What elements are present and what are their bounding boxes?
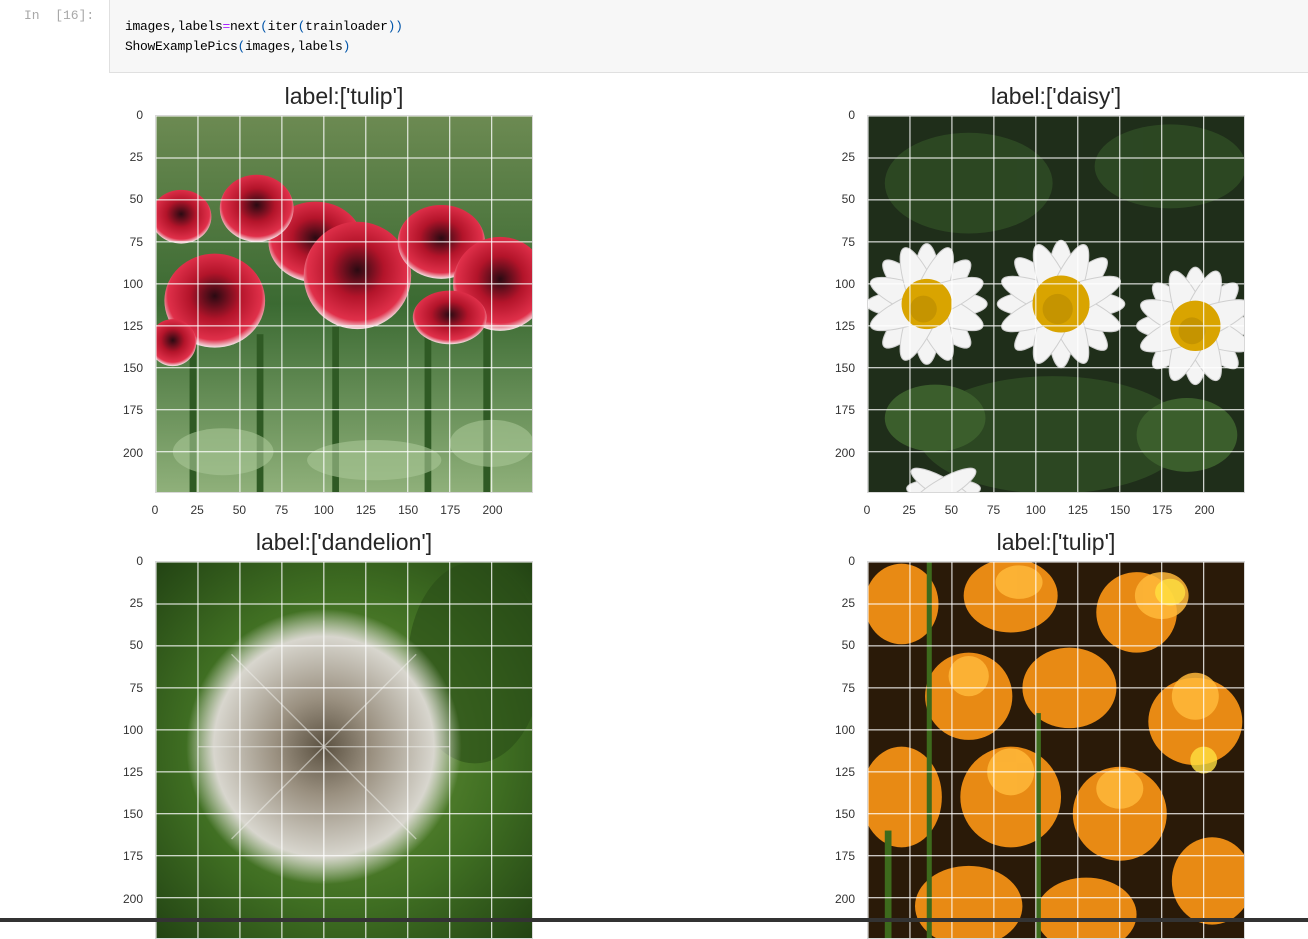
y-tick-label: 150 (834, 807, 855, 822)
y-tick-label: 175 (122, 849, 143, 864)
image-axes (155, 115, 533, 493)
y-tick-label: 100 (834, 276, 855, 291)
panel-title: label:['daisy'] (990, 83, 1122, 109)
y-tick-label: 175 (834, 849, 855, 864)
x-tick-label: 175 (1152, 503, 1173, 517)
code-token: ( (297, 19, 306, 34)
x-tick-label: 200 (482, 503, 503, 517)
code-token: images,labels (245, 39, 343, 54)
code-token: iter (267, 19, 298, 34)
y-tick-label: 175 (122, 403, 143, 418)
y-tick-label: 125 (834, 764, 855, 779)
y-tick-label: 50 (129, 192, 143, 207)
y-tick-label: 150 (834, 361, 855, 376)
y-tick-label: 200 (834, 891, 855, 906)
x-tick-label: 0 (151, 503, 159, 517)
y-tick-label: 100 (122, 722, 143, 737)
y-tick-label: 200 (122, 445, 143, 460)
x-tick-label: 0 (863, 503, 871, 517)
x-tick-label: 75 (986, 503, 1001, 517)
code-token: ( (237, 39, 246, 54)
y-tick-label: 200 (834, 445, 855, 460)
y-tick-label: 25 (129, 150, 143, 165)
image-axes (155, 561, 533, 939)
y-tick-label: 100 (122, 276, 143, 291)
x-tick-label: 150 (398, 503, 419, 517)
y-tick-label: 0 (136, 554, 143, 568)
code-token: ( (260, 19, 268, 34)
x-tick-label: 100 (313, 503, 334, 517)
image-axes (867, 561, 1245, 939)
y-tick-label: 75 (129, 234, 143, 249)
axes-grid (156, 116, 532, 492)
y-tick-label: 25 (129, 596, 143, 611)
output-figure: label:['tulip'] 0 25 50 75 100 125 150 175 200 0 2… (0, 73, 1308, 939)
x-tick-label: 175 (440, 503, 461, 517)
y-tick-label: 125 (122, 764, 143, 779)
y-tick-label: 75 (129, 680, 143, 695)
y-tick-label: 125 (834, 318, 855, 333)
image-axes (867, 115, 1245, 493)
panel-title: label:['tulip'] (996, 529, 1116, 555)
x-tick-label: 25 (902, 503, 916, 517)
y-tick-label: 100 (834, 722, 855, 737)
page-bottom-rule (0, 918, 1308, 922)
x-tick-label: 50 (944, 503, 959, 517)
y-tick-label: 0 (136, 108, 143, 122)
y-tick-label: 75 (841, 680, 855, 695)
x-tick-label: 50 (232, 503, 247, 517)
y-tick-label: 0 (848, 554, 855, 568)
y-tick-label: 0 (848, 108, 855, 122)
cell-prompt: In [16]: (24, 8, 95, 23)
panel-title: label:['dandelion'] (255, 529, 433, 555)
x-tick-label: 100 (1025, 503, 1046, 517)
code-token: next (230, 19, 261, 34)
panel-title: label:['tulip'] (284, 83, 404, 109)
x-tick-label: 125 (355, 503, 376, 517)
code-token: ShowExamplePics (125, 39, 238, 54)
code-token: = (222, 19, 231, 34)
axes-grid (868, 562, 1244, 938)
y-tick-label: 50 (841, 192, 855, 207)
y-tick-label: 75 (841, 234, 855, 249)
code-line: images,labels=next(iter(trainloader)) (125, 19, 403, 34)
y-tick-label: 200 (122, 891, 143, 906)
y-tick-label: 50 (129, 638, 143, 653)
code-token: trainloader (305, 19, 388, 34)
code-token: )) (387, 19, 403, 34)
code-token: images,labels (125, 19, 223, 34)
y-tick-label: 50 (841, 638, 855, 653)
y-tick-label: 25 (841, 150, 855, 165)
y-tick-label: 125 (122, 318, 143, 333)
x-tick-label: 125 (1067, 503, 1088, 517)
axes-grid (868, 116, 1244, 492)
code-token: ) (342, 39, 351, 54)
axes-grid (156, 562, 532, 938)
y-tick-label: 175 (834, 403, 855, 418)
y-tick-label: 25 (841, 596, 855, 611)
x-tick-label: 200 (1194, 503, 1215, 517)
x-tick-label: 150 (1110, 503, 1131, 517)
code-cell-input[interactable]: images,labels=next(iter(trainloader)) Sh… (109, 0, 1308, 73)
code-line: ShowExamplePics(images,labels) (125, 39, 350, 54)
x-tick-label: 25 (190, 503, 204, 517)
x-tick-label: 75 (274, 503, 289, 517)
y-tick-label: 150 (122, 361, 143, 376)
y-tick-label: 150 (122, 807, 143, 822)
